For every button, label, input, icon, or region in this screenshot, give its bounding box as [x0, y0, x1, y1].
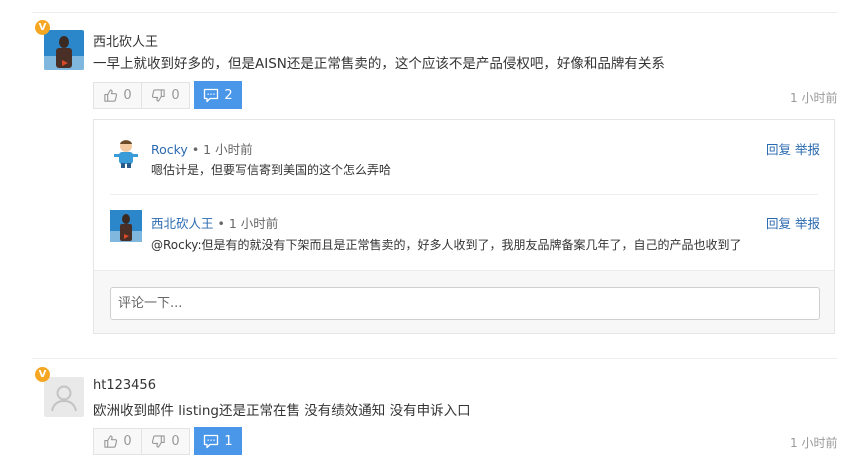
top-divider — [32, 12, 837, 13]
subreply-divider — [110, 194, 818, 195]
like-count: 0 — [123, 434, 132, 449]
thumbs-up-icon — [104, 89, 118, 102]
dislike-count: 0 — [171, 434, 180, 449]
comment-time: 1 小时前 — [790, 91, 838, 105]
comment-text: 一早上就收到好多的，但是AISN还是正常售卖的，这个应该不是产品侵权吧，好像和品… — [93, 56, 665, 72]
thumbs-down-icon — [152, 435, 166, 448]
comment-username[interactable]: ht123456 — [93, 378, 156, 393]
avatar[interactable] — [110, 136, 142, 168]
comment-text: 欧洲收到邮件 listing还是正常在售 没有绩效通知 没有申诉入口 — [93, 403, 471, 419]
comment-divider — [32, 358, 837, 359]
reply-count: 2 — [224, 87, 233, 103]
avatar[interactable] — [110, 210, 142, 242]
comment-bubble-icon — [204, 88, 219, 102]
comment-time: 1 小时前 — [790, 436, 838, 450]
verified-badge-icon: V — [35, 367, 50, 382]
verified-badge-icon: V — [35, 20, 50, 35]
avatar-image — [44, 30, 84, 70]
subreply-time: 1 小时前 — [228, 216, 279, 231]
reply-link[interactable]: 回复 — [766, 142, 791, 157]
separator-dot: • — [187, 142, 204, 157]
dislike-button[interactable]: 0 — [141, 428, 190, 455]
subreply-actions: 回复 举报 — [762, 139, 820, 158]
subreply-text: @Rocky:但是有的就没有下架而且是正常售卖的，好多人收到了，我朋友品牌备案几… — [151, 238, 742, 252]
like-button[interactable]: 0 — [93, 428, 142, 455]
subreply-header: 西北砍人王 • 1 小时前 — [151, 213, 278, 232]
like-button[interactable]: 0 — [93, 82, 142, 109]
report-link[interactable]: 举报 — [795, 142, 820, 157]
subreply-username[interactable]: 西北砍人王 — [151, 216, 214, 231]
reply-input[interactable] — [110, 287, 820, 320]
replies-panel: Rocky • 1 小时前 嗯估计是，但要写信寄到美国的这个怎么弄哈 回复 举报 … — [93, 119, 835, 334]
avatar[interactable] — [44, 377, 84, 417]
report-link[interactable]: 举报 — [795, 216, 820, 231]
subreply-username[interactable]: Rocky — [151, 142, 188, 157]
subreply-header: Rocky • 1 小时前 — [151, 139, 253, 158]
thumbs-down-icon — [152, 89, 166, 102]
like-count: 0 — [123, 88, 132, 103]
thumbs-up-icon — [104, 435, 118, 448]
reply-count-button[interactable]: 1 — [194, 427, 242, 455]
dislike-count: 0 — [171, 88, 180, 103]
reply-count: 1 — [224, 433, 233, 449]
subreply-actions: 回复 举报 — [762, 213, 820, 232]
reply-link[interactable]: 回复 — [766, 216, 791, 231]
separator-dot: • — [213, 216, 229, 231]
avatar-image — [110, 136, 142, 168]
dislike-button[interactable]: 0 — [141, 82, 190, 109]
comment-bubble-icon — [204, 434, 219, 448]
reply-count-button[interactable]: 2 — [194, 81, 242, 109]
subreply-time: 1 小时前 — [203, 142, 253, 157]
subreply-text: 嗯估计是，但要写信寄到美国的这个怎么弄哈 — [151, 163, 392, 177]
default-user-icon — [44, 377, 84, 417]
comment-username[interactable]: 西北砍人王 — [93, 31, 158, 50]
avatar-image — [110, 210, 142, 242]
reply-input-area — [94, 270, 834, 333]
avatar[interactable] — [44, 30, 84, 70]
